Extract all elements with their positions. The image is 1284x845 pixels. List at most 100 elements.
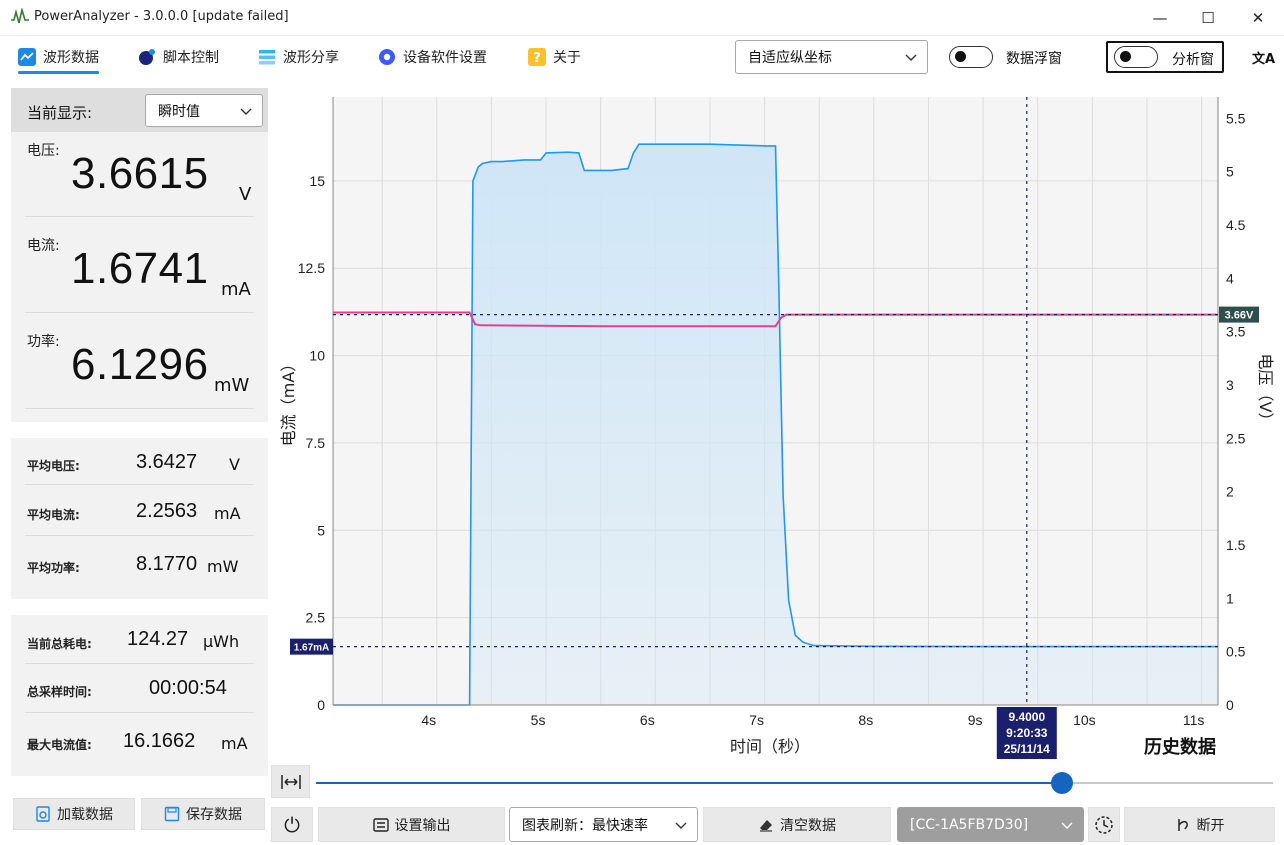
fit-width-button[interactable] — [271, 765, 310, 798]
avg-current-value: 2.2563 — [136, 500, 198, 522]
eraser-icon — [760, 819, 772, 832]
settings-icon — [379, 49, 395, 65]
menu-label: 设备软件设置 — [403, 50, 487, 66]
menu-label: 关于 — [553, 50, 581, 66]
x-tick-label: 9s — [968, 712, 983, 728]
power-value: 6.1296 — [71, 340, 209, 389]
help-icon: ? — [528, 48, 546, 66]
waveform-icon — [18, 48, 36, 66]
analysis-window-toggle[interactable] — [1114, 46, 1158, 68]
avg-current-label: 平均电流: — [27, 508, 80, 522]
y-right-tick-label: 3.5 — [1226, 324, 1246, 340]
y-right-tick-label: 1 — [1226, 590, 1234, 606]
total-energy-label: 当前总耗电: — [27, 637, 92, 651]
y-left-tick-label: 2.5 — [306, 610, 326, 626]
axis-mode-select[interactable]: 自适应纵坐标 — [735, 40, 928, 74]
history-data-label[interactable]: 历史数据 — [1144, 733, 1216, 759]
analysis-window-label: 分析窗 — [1172, 52, 1214, 68]
y-right-tick-label: 1.5 — [1226, 537, 1246, 553]
clear-data-label: 清空数据 — [780, 817, 836, 834]
avg-power-unit: mW — [207, 557, 239, 576]
menu-label: 波形数据 — [43, 50, 99, 66]
total-energy-unit: µWh — [203, 632, 240, 651]
slider-thumb[interactable] — [1051, 772, 1074, 794]
disconnect-label: 断开 — [1196, 817, 1225, 834]
y-right-tick-label: 4 — [1226, 270, 1234, 286]
average-panel: 平均电压: 3.6427 V 平均电流: 2.2563 mA 平均功率: 8.1… — [11, 438, 268, 599]
display-mode-value: 瞬时值 — [158, 103, 200, 120]
menu-bar: 波形数据 脚本控制 波形分享 设备软件设置 ? 关于 自适应纵坐标 数据浮窗 分… — [0, 36, 1284, 78]
x-tick-label: 11s — [1183, 712, 1205, 728]
x-tick-label: 7s — [749, 712, 764, 728]
display-mode-select[interactable]: 瞬时值 — [145, 94, 263, 127]
clear-data-button[interactable]: 清空数据 — [703, 807, 891, 842]
menu-waveform-share[interactable]: 波形分享 — [258, 36, 339, 78]
y-right-tick-label: 3 — [1226, 377, 1234, 393]
power-unit: mW — [214, 375, 250, 396]
menu-device-settings[interactable]: 设备软件设置 — [378, 36, 487, 78]
x-axis-title: 时间（秒） — [730, 737, 810, 756]
menu-about[interactable]: ? 关于 — [528, 36, 581, 78]
y-right-tick-label: 0 — [1226, 697, 1234, 713]
y-right-tick-label: 2.5 — [1226, 430, 1246, 446]
translate-icon[interactable]: 文A — [1252, 48, 1275, 67]
window-title: PowerAnalyzer - 3.0.0.0 [update failed] — [34, 9, 289, 24]
y-right-tick-label: 2 — [1226, 484, 1234, 500]
data-float-toggle[interactable] — [949, 46, 993, 68]
close-button[interactable]: ✕ — [1238, 6, 1278, 30]
divider — [25, 408, 254, 409]
share-icon — [259, 50, 275, 65]
chevron-down-icon — [905, 54, 917, 61]
svg-text:?: ? — [533, 51, 541, 66]
waveform-chart-svg[interactable]: 4s 5s 6s 7s 8s 9s 10s 11s 0 2.5 5 7.5 10 12.5 15 0 0.5 1 1… — [270, 78, 1284, 760]
bottom-toolbar: ⏻ 设置输出 图表刷新：最快速率 清空数据 [CC-1A5FB7D30] 断开 — [0, 805, 1284, 845]
timeline-slider-row — [270, 764, 1284, 802]
y-right-tick-label: 5 — [1226, 164, 1234, 180]
max-current-unit: mA — [221, 734, 248, 753]
script-icon — [139, 49, 155, 65]
maximize-icon: ☐ — [1201, 9, 1215, 27]
set-output-button[interactable]: 设置输出 — [318, 807, 505, 842]
minimize-button[interactable]: — — [1140, 6, 1180, 30]
menu-label: 脚本控制 — [163, 50, 219, 66]
y-left-axis-title: 电流（mA） — [279, 356, 298, 447]
fit-width-icon — [281, 775, 301, 789]
waveform-chart[interactable]: 4s 5s 6s 7s 8s 9s 10s 11s 0 2.5 5 7.5 10 12.5 15 0 0.5 1 1… — [270, 78, 1284, 760]
chart-refresh-value: 图表刷新：最快速率 — [522, 817, 648, 834]
axis-mode-value: 自适应纵坐标 — [748, 50, 832, 66]
history-time-button[interactable] — [1088, 807, 1120, 842]
chevron-down-icon — [1061, 822, 1073, 829]
power-label: 功率: — [27, 334, 60, 350]
disconnect-button[interactable]: 断开 — [1124, 807, 1275, 842]
cursor-label-line: 25/11/14 — [1004, 742, 1050, 756]
current-ref-label: 1.67mA — [294, 643, 330, 654]
slider-fill — [316, 782, 1063, 784]
avg-voltage-unit: V — [229, 455, 240, 474]
total-energy-value: 124.27 — [127, 628, 189, 650]
chart-refresh-select[interactable]: 图表刷新：最快速率 — [509, 807, 698, 842]
device-select[interactable]: [CC-1A5FB7D30] — [897, 807, 1084, 842]
menu-label: 波形分享 — [283, 50, 339, 66]
y-left-tick-label: 10 — [309, 348, 325, 364]
app-logo-icon — [11, 8, 29, 24]
chevron-down-icon — [240, 108, 252, 115]
menu-waveform-data[interactable]: 波形数据 — [18, 36, 99, 78]
voltage-ref-label: 3.66V — [1225, 310, 1254, 322]
y-left-tick-label: 12.5 — [298, 260, 325, 276]
chevron-down-icon — [675, 822, 687, 829]
data-float-label: 数据浮窗 — [1006, 51, 1062, 67]
voltage-value: 3.6615 — [71, 149, 209, 198]
analysis-window-group[interactable]: 分析窗 — [1106, 41, 1224, 73]
menu-script-control[interactable]: 脚本控制 — [138, 36, 219, 78]
x-tick-label: 4s — [421, 712, 436, 728]
divider — [25, 484, 254, 485]
power-button[interactable]: ⏻ — [271, 807, 313, 842]
divider — [25, 712, 254, 713]
power-icon: ⏻ — [284, 812, 300, 837]
x-tick-label: 6s — [640, 712, 655, 728]
divider — [25, 216, 254, 217]
y-right-tick-label: 5.5 — [1226, 110, 1246, 126]
y-left-tick-label: 7.5 — [306, 435, 326, 451]
maximize-button[interactable]: ☐ — [1188, 6, 1228, 30]
divider — [25, 312, 254, 313]
